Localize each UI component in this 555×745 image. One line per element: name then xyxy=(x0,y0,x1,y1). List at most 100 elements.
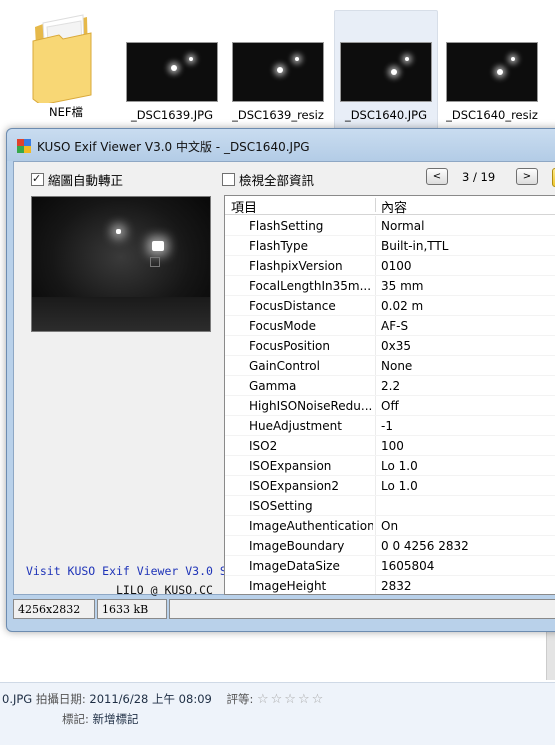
item-label: _DSC1639_resiz xyxy=(232,108,324,122)
table-row[interactable]: ISOSetting xyxy=(225,496,555,516)
table-row[interactable]: FlashpixVersion 0100 xyxy=(225,256,555,276)
image-filesize: 1633 kB xyxy=(97,599,167,619)
table-row[interactable]: FocalLengthIn35m... 35 mm xyxy=(225,276,555,296)
exif-key: ImageAuthentication xyxy=(249,519,373,533)
exif-key: FlashType xyxy=(249,239,309,253)
exif-value: -1 xyxy=(381,419,393,433)
thumbnail-image xyxy=(126,42,218,102)
table-row[interactable]: ImageHeight 2832 xyxy=(225,576,555,594)
folder-item-nef[interactable]: NEF檔 xyxy=(14,10,118,132)
table-row[interactable]: FocusDistance 0.02 m xyxy=(225,296,555,316)
thumbnail-image xyxy=(232,42,324,102)
item-label: NEF檔 xyxy=(49,105,83,119)
thumbnail-image xyxy=(446,42,538,102)
title-bar[interactable]: KUSO Exif Viewer V3.0 中文版 - _DSC1640.JPG xyxy=(7,129,555,161)
table-row[interactable]: ImageAuthentication On xyxy=(225,516,555,536)
file-item-dsc1640-resized[interactable]: _DSC1640_resiz xyxy=(440,10,544,132)
checkbox-checked-icon[interactable] xyxy=(31,173,44,186)
auto-rotate-checkbox[interactable]: 縮圖自動轉正 xyxy=(31,170,123,189)
file-item-dsc1639-resized[interactable]: _DSC1639_resiz xyxy=(226,10,330,132)
table-row[interactable]: FocusMode AF-S xyxy=(225,316,555,336)
exif-value: 35 mm xyxy=(381,279,424,293)
exif-value: Lo 1.0 xyxy=(381,459,418,473)
table-header: 項目 內容 xyxy=(225,196,555,216)
details-line-1: 0.JPG 拍攝日期: 2011/6/28 上午 08:09 評等: ☆☆☆☆☆ xyxy=(2,691,325,707)
checkbox-unchecked-icon[interactable] xyxy=(222,173,235,186)
table-row[interactable]: HueAdjustment -1 xyxy=(225,416,555,436)
table-rows: FlashSetting Normal FlashType Built-in,TTL F… xyxy=(225,216,555,594)
exif-value: 2.2 xyxy=(381,379,401,393)
next-button[interactable]: > xyxy=(516,168,538,185)
auto-rotate-label: 縮圖自動轉正 xyxy=(48,173,124,188)
exif-key: ImageDataSize xyxy=(249,559,340,573)
exif-value: 100 xyxy=(381,439,404,453)
exif-value: Built-in,TTL xyxy=(381,239,449,253)
exif-viewer-window: KUSO Exif Viewer V3.0 中文版 - _DSC1640.JPG… xyxy=(6,128,555,632)
light-spot xyxy=(116,229,121,234)
table-row[interactable]: ISOExpansion Lo 1.0 xyxy=(225,456,555,476)
site-link[interactable]: Visit KUSO Exif Viewer V3.0 Site xyxy=(26,564,248,578)
view-all-checkbox[interactable]: 檢視全部資訊 xyxy=(222,170,314,189)
table-row[interactable]: ISO2 100 xyxy=(225,436,555,456)
status-empty xyxy=(169,599,555,619)
exif-value: Lo 1.0 xyxy=(381,479,418,493)
table-row[interactable]: ImageDataSize 1605804 xyxy=(225,556,555,576)
viewer-client-area: 縮圖自動轉正 檢視全部資訊 < 3 / 19 > Visit KUSO Exif… xyxy=(13,161,555,597)
app-icon xyxy=(17,139,31,153)
tag-value[interactable]: 新增標記 xyxy=(93,712,139,726)
file-item-dsc1639[interactable]: _DSC1639.JPG xyxy=(120,10,224,132)
column-header-content[interactable]: 內容 xyxy=(381,197,407,216)
file-item-dsc1640[interactable]: _DSC1640.JPG xyxy=(334,10,438,132)
folder-icon xyxy=(32,14,92,103)
table-row[interactable]: ISOExpansion2 Lo 1.0 xyxy=(225,476,555,496)
exif-key: FocusPosition xyxy=(249,339,330,353)
exif-key: GainControl xyxy=(249,359,320,373)
exif-value: On xyxy=(381,519,399,533)
exif-key: HueAdjustment xyxy=(249,419,342,433)
exif-value: 0 0 4256 2832 xyxy=(381,539,469,553)
exif-value: 0.02 m xyxy=(381,299,424,313)
exif-key: ISO2 xyxy=(249,439,278,453)
credit-text: LILO @ KUSO.CC xyxy=(116,583,213,597)
table-row[interactable]: FlashType Built-in,TTL xyxy=(225,236,555,256)
date-value: 2011/6/28 上午 08:09 xyxy=(89,692,212,706)
item-label: _DSC1639.JPG xyxy=(130,108,214,122)
exif-value: 2832 xyxy=(381,579,412,593)
exif-value: 1605804 xyxy=(381,559,435,573)
exif-key: HighISONoiseRedu... xyxy=(249,399,373,413)
image-preview xyxy=(31,196,211,332)
rating-stars[interactable]: ☆☆☆☆☆ xyxy=(257,692,325,707)
image-dimensions: 4256x2832 xyxy=(13,599,95,619)
exif-key: FlashpixVersion xyxy=(249,259,343,273)
tag-label: 標記: xyxy=(62,712,89,726)
exif-value: AF-S xyxy=(381,319,409,333)
exif-key: FlashSetting xyxy=(249,219,324,233)
table-row[interactable]: HighISONoiseRedu... Off xyxy=(225,396,555,416)
table-row[interactable]: GainControl None xyxy=(225,356,555,376)
exif-key: FocusDistance xyxy=(249,299,336,313)
table-row[interactable]: ImageBoundary 0 0 4256 2832 xyxy=(225,536,555,556)
prev-button[interactable]: < xyxy=(426,168,448,185)
door-shape xyxy=(150,257,160,267)
table-row[interactable]: Gamma 2.2 xyxy=(225,376,555,396)
exif-value: None xyxy=(381,359,413,373)
table-row[interactable]: FocusPosition 0x35 xyxy=(225,336,555,356)
details-line-2: 標記: 新增標記 xyxy=(62,711,139,727)
exif-key: Gamma xyxy=(249,379,297,393)
page-counter: 3 / 19 xyxy=(462,170,496,184)
view-all-label: 檢視全部資訊 xyxy=(239,173,315,188)
exif-key: FocalLengthIn35m... xyxy=(249,279,372,293)
exif-value: 0100 xyxy=(381,259,412,273)
table-row[interactable]: FlashSetting Normal xyxy=(225,216,555,236)
window-title: KUSO Exif Viewer V3.0 中文版 - _DSC1640.JPG xyxy=(37,140,310,154)
status-bar: 4256x2832 1633 kB xyxy=(13,599,555,621)
filename-text: 0.JPG xyxy=(2,692,33,706)
item-label: _DSC1640.JPG xyxy=(344,108,428,122)
column-header-item[interactable]: 項目 xyxy=(231,197,257,216)
thumbnail-image xyxy=(340,42,432,102)
date-label: 拍攝日期: xyxy=(35,692,86,706)
exif-table[interactable]: 項目 內容 FlashSetting Normal FlashType Built-i… xyxy=(224,195,555,595)
exif-value: 0x35 xyxy=(381,339,412,353)
exif-key: ISOExpansion xyxy=(249,459,332,473)
details-pane: 0.JPG 拍攝日期: 2011/6/28 上午 08:09 評等: ☆☆☆☆☆… xyxy=(0,682,555,745)
